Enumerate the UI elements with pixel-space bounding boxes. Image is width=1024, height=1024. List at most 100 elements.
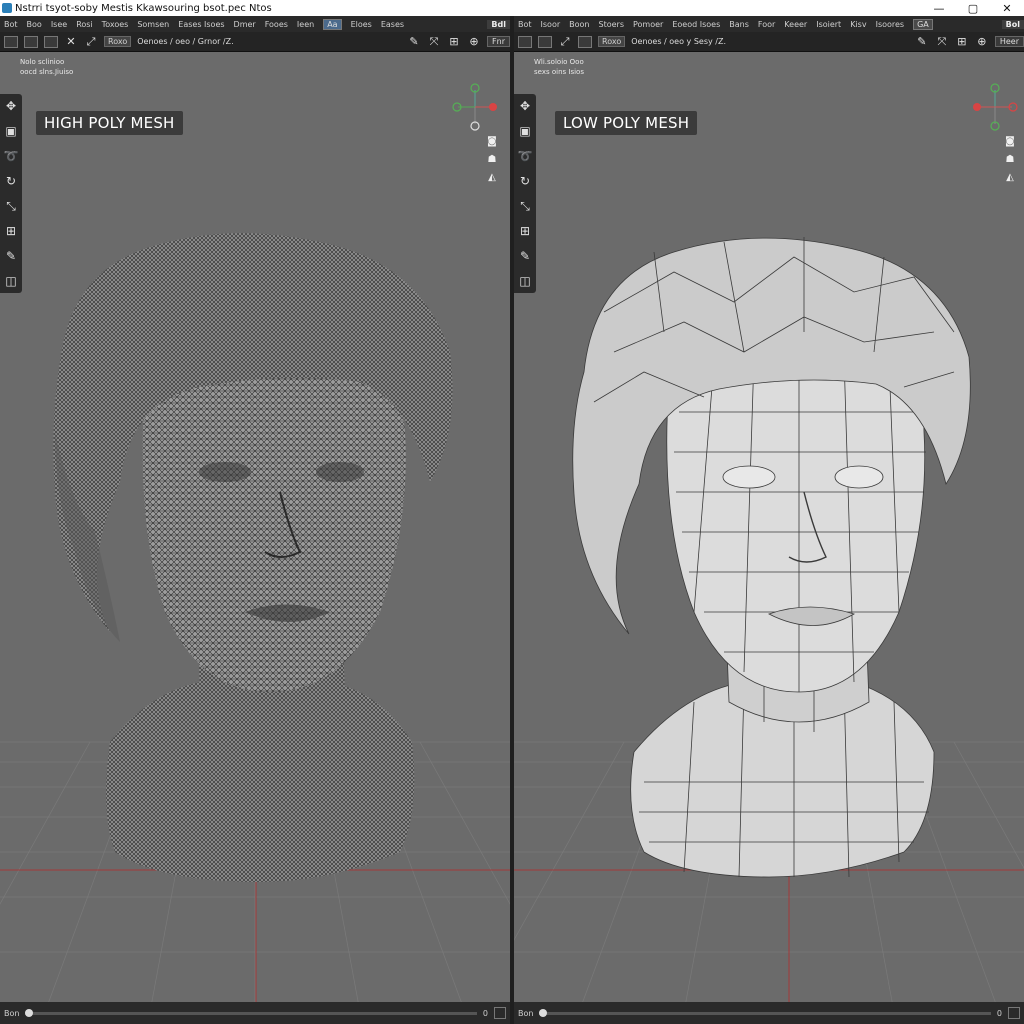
right-viewport-pane[interactable]: Bot Isoor Boon Stoers Pomoer Eoeod Isoes… [514,16,1024,1024]
viewport-canvas[interactable] [514,52,1024,1012]
measure-icon[interactable]: ◫ [516,272,534,290]
workspace-tag[interactable]: Bdl [487,19,510,29]
toolbar-button[interactable] [24,35,38,48]
menu-item[interactable]: Isoor [541,20,561,29]
grid-icon[interactable]: ⊞ [955,35,969,49]
object-mode-tag[interactable]: Roxo [104,36,132,47]
shading-dropdown[interactable]: Heer [994,36,1024,47]
toolbar-button[interactable] [44,35,58,48]
maximize-button[interactable]: ▢ [956,2,990,15]
menu-item[interactable]: Boo [27,20,42,29]
viewport-canvas[interactable] [0,52,510,1012]
rotate-icon[interactable]: ↻ [2,172,20,190]
transform-icon[interactable]: ⊞ [516,222,534,240]
menu-item[interactable]: Eases [381,20,404,29]
mode-selector[interactable]: GA [913,18,933,30]
menu-item[interactable]: Bot [518,20,532,29]
workspace-tag[interactable]: Bol [1001,19,1024,29]
menu-item[interactable]: Fooes [265,20,288,29]
toolbar-button[interactable] [538,35,552,48]
menu-item[interactable]: Boon [569,20,589,29]
annotate-icon[interactable]: ✎ [2,247,20,265]
menu-item[interactable]: Eloes [351,20,372,29]
minimize-button[interactable]: — [922,2,956,15]
select-box-icon[interactable]: ▣ [516,122,534,140]
menu-item[interactable]: Somsen [137,20,169,29]
toolbar-button[interactable] [578,35,592,48]
transform-icon[interactable]: ⊞ [2,222,20,240]
info-line: oocd slns.Jiuiso [20,68,74,76]
move-icon[interactable]: ✥ [516,97,534,115]
close-icon[interactable]: ✕ [64,35,78,49]
window-title: Nstrri tsyot-soby Mestis Kkawsouring bso… [15,2,272,14]
frame-start: Bon [518,1008,534,1018]
view-icons: ◙ ☗ ◭ [486,136,498,184]
menu-item[interactable]: Toxoes [102,20,129,29]
menu-item[interactable]: Kisv [850,20,866,29]
pen-icon[interactable]: ✎ [407,35,421,49]
view-icons: ◙ ☗ ◭ [1004,136,1016,184]
camera-icon[interactable]: ◙ [486,136,498,148]
expand-icon[interactable]: ⤢ [84,35,98,49]
toolbar-button[interactable] [4,35,18,48]
close-button[interactable]: ✕ [990,2,1024,15]
view-options[interactable]: Oenoes / oeo y Sesy /Z. [631,37,726,46]
lasso-icon[interactable]: ➰ [2,147,20,165]
high-poly-bust [53,233,453,882]
move-icon[interactable]: ✥ [2,97,20,115]
lasso-icon[interactable]: ➰ [516,147,534,165]
menu-item[interactable]: Ieen [297,20,314,29]
menu-item[interactable]: Eoeod Isoes [672,20,720,29]
menu-item[interactable]: Keeer [784,20,807,29]
menu-item[interactable]: Isoiert [816,20,841,29]
menu-item[interactable]: Stoers [599,20,625,29]
menu-item[interactable]: Isee [51,20,67,29]
expand-icon[interactable]: ⤢ [558,35,572,49]
viewport-toolbar: ⤢ Roxo Oenoes / oeo y Sesy /Z. ✎ ⤧ ⊞ ⊕ H… [514,32,1024,52]
select-box-icon[interactable]: ▣ [2,122,20,140]
timeline-track[interactable] [539,1008,991,1017]
transform-icon[interactable]: ⤧ [935,35,949,49]
scale-icon[interactable]: ⤡ [2,197,20,215]
menu-item[interactable]: Bans [729,20,749,29]
annotate-icon[interactable]: ✎ [516,247,534,265]
menu-item[interactable]: Pomoer [633,20,663,29]
toolbar-button[interactable] [518,35,532,48]
transform-icon[interactable]: ⤧ [427,35,441,49]
navigation-gizmo[interactable] [450,82,500,132]
timeline-knob[interactable] [539,1008,548,1017]
target-icon[interactable]: ⊕ [467,35,481,49]
camera-icon[interactable]: ◙ [1004,136,1016,148]
rotate-icon[interactable]: ↻ [516,172,534,190]
grid-icon[interactable]: ⊞ [447,35,461,49]
menu-item[interactable]: Foor [758,20,775,29]
shading-icon[interactable]: ◭ [1004,172,1016,184]
tool-shelf: ✥ ▣ ➰ ↻ ⤡ ⊞ ✎ ◫ [0,94,22,293]
object-mode-tag[interactable]: Roxo [598,36,626,47]
viewport-info: Nolo sclinioo oocd slns.Jiuiso [20,57,73,77]
pen-icon[interactable]: ✎ [915,35,929,49]
shading-icon[interactable]: ◭ [486,172,498,184]
menu-item[interactable]: Eases Isoes [178,20,224,29]
navigation-gizmo[interactable] [970,82,1020,132]
timeline-knob[interactable] [25,1008,34,1017]
shading-dropdown[interactable]: Fnr [487,36,510,47]
menu-item[interactable]: Bot [4,20,18,29]
frame-start: Bon [4,1008,20,1018]
timeline-end-button[interactable] [494,1007,506,1019]
menu-item[interactable]: Dmer [234,20,256,29]
light-icon[interactable]: ☗ [1004,154,1016,166]
left-viewport-pane[interactable]: Bot Boo Isee Rosi Toxoes Somsen Eases Is… [0,16,510,1024]
scale-icon[interactable]: ⤡ [516,197,534,215]
view-options[interactable]: Oenoes / oeo / Grnor /Z. [137,37,233,46]
mode-selector[interactable]: Aa [323,18,342,30]
timeline-track[interactable] [25,1008,477,1017]
menu-item[interactable]: Isoores [876,20,905,29]
menu-item[interactable]: Rosi [76,20,92,29]
info-line: Wli.soloio Ooo [534,58,584,66]
measure-icon[interactable]: ◫ [2,272,20,290]
timeline-end-button[interactable] [1008,1007,1020,1019]
menubar: Bot Boo Isee Rosi Toxoes Somsen Eases Is… [0,16,510,32]
light-icon[interactable]: ☗ [486,154,498,166]
target-icon[interactable]: ⊕ [975,35,989,49]
